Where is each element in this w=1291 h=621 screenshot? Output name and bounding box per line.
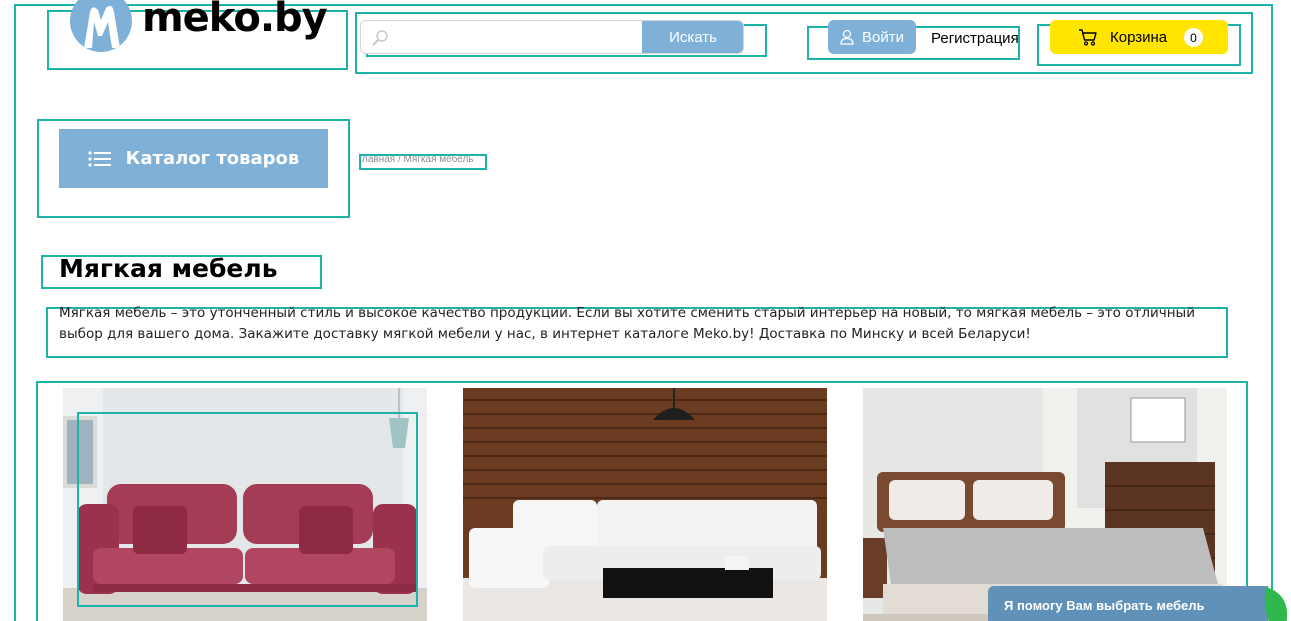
logo-mark-icon (70, 0, 132, 52)
catalog-button[interactable]: Каталог товаров (59, 129, 328, 188)
page-title: Мягкая мебель (59, 254, 278, 283)
breadcrumb[interactable]: лавная / Мягкая мебель (362, 154, 486, 165)
search-input[interactable] (389, 21, 639, 53)
white-sofa-image (463, 388, 827, 621)
login-label: Войти (862, 28, 904, 46)
cart-icon (1079, 29, 1097, 46)
red-sofa-image (63, 388, 427, 621)
search-button[interactable]: Искать (642, 21, 743, 53)
list-icon (88, 150, 111, 167)
register-link[interactable]: Регистрация (931, 30, 1019, 47)
cart-label: Корзина (1110, 28, 1168, 46)
product-card-red-sofa[interactable] (63, 388, 427, 621)
catalog-label: Каталог товаров (125, 148, 300, 169)
leaf-icon (1264, 587, 1287, 621)
product-card-white-sofa[interactable] (463, 388, 827, 621)
logo-text: meko.by (142, 0, 328, 41)
help-chat-banner[interactable]: Я помогу Вам выбрать мебель (988, 586, 1268, 621)
site-logo[interactable]: meko.by (70, 0, 328, 52)
search-icon (372, 30, 388, 46)
login-button[interactable]: Войти (828, 20, 916, 54)
user-icon (840, 29, 854, 45)
search-bar: Искать (360, 20, 744, 54)
category-description: Мягкая мебель – это утонченный стиль и в… (59, 305, 1195, 342)
cart-count-badge: 0 (1184, 28, 1203, 47)
